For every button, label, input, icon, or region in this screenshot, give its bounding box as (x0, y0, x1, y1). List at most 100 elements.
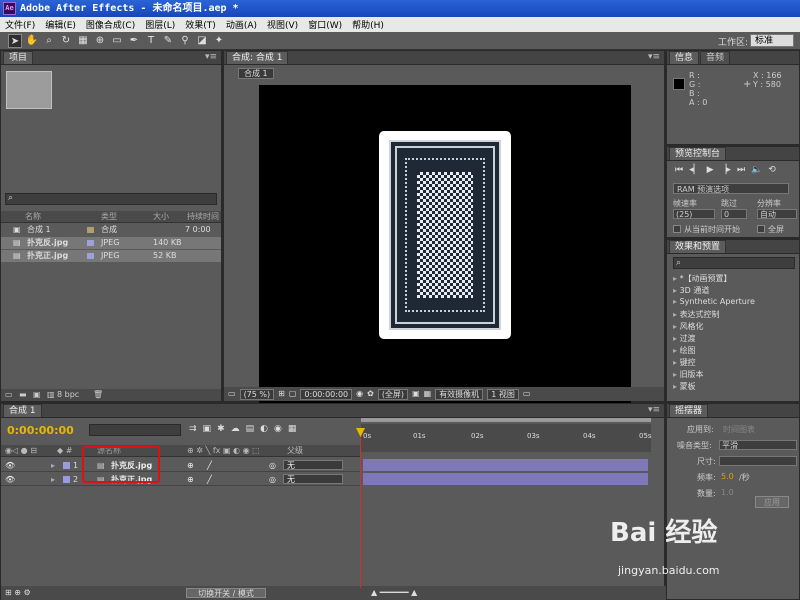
fx-keying[interactable]: 键控 (673, 357, 696, 368)
zoom-select[interactable]: (75 %) (239, 388, 275, 400)
new-comp-icon[interactable]: ▣ (33, 389, 41, 401)
column-duration[interactable]: 持续时间 (187, 211, 219, 223)
from-current-checkbox[interactable] (673, 225, 681, 233)
quality-switch-icon[interactable]: ╱ (207, 473, 212, 486)
project-item-comp[interactable]: ▣ 合成 1 合成 7 0:00 (1, 224, 221, 236)
resolution-select[interactable]: (全屏) (377, 388, 409, 400)
hand-tool-icon[interactable]: ✋ (25, 34, 39, 48)
layer-duration-bar-1[interactable] (363, 459, 648, 471)
interpret-footage-icon[interactable]: ▭ (5, 389, 13, 401)
hide-shy-icon[interactable]: ☁ (231, 424, 240, 434)
timecode-display[interactable]: 0:00:00:00 (300, 388, 353, 400)
pixel-aspect-icon[interactable]: ▭ (523, 387, 531, 401)
region-icon[interactable]: ▣ (412, 387, 420, 401)
skip-select[interactable]: 0 (721, 209, 747, 219)
label-swatch[interactable] (87, 240, 94, 246)
panel-menu-icon[interactable]: ▾≡ (648, 52, 660, 62)
fx-obsolete[interactable]: 旧版本 (673, 369, 704, 380)
label-swatch[interactable] (63, 476, 70, 483)
always-preview-icon[interactable]: ▭ (228, 387, 236, 401)
frequency-value[interactable]: 5.0 (721, 472, 734, 481)
panel-menu-icon[interactable]: ▾≡ (205, 52, 217, 62)
tab-timeline-comp[interactable]: 合成 1 (3, 404, 42, 417)
expand-arrow-icon[interactable]: ▸ (51, 473, 55, 486)
fx-expression-controls[interactable]: 表达式控制 (673, 309, 720, 320)
next-frame-icon[interactable]: ▕▸ (719, 165, 730, 175)
workspace-select[interactable]: 标准 (750, 34, 794, 47)
rectangle-tool-icon[interactable]: ▭ (110, 34, 124, 48)
label-swatch[interactable] (87, 253, 94, 259)
zoom-slider[interactable]: ▲ ━━━━━━ ▲ (371, 586, 417, 600)
first-frame-icon[interactable]: ⏮ (675, 165, 683, 175)
current-time-display[interactable]: 0:00:00:00 (7, 424, 74, 437)
eraser-tool-icon[interactable]: ◪ (195, 34, 209, 48)
fx-matte[interactable]: 蒙板 (673, 381, 696, 392)
eye-icon[interactable]: 👁 (5, 459, 15, 472)
tab-composition[interactable]: 合成: 合成 1 (226, 51, 289, 64)
safe-zones-icon[interactable]: ⊞ (278, 387, 285, 401)
comp-mini-flowchart-icon[interactable]: ⇉ (189, 424, 197, 434)
fx-animation-presets[interactable]: *【动画预置】 (673, 273, 732, 284)
noise-type-select[interactable]: 平滑 (719, 440, 797, 450)
menu-effect[interactable]: 效果(T) (180, 18, 221, 31)
loop-icon[interactable]: ⟲ (768, 165, 776, 175)
play-icon[interactable]: ▶ (707, 165, 714, 175)
time-ruler[interactable]: 0s 01s 02s 03s 04s 05s (361, 424, 652, 452)
selection-tool-icon[interactable]: ➤ (8, 33, 22, 48)
toggle-panes-icon[interactable]: ⊞ ⊕ ⚙ (5, 586, 31, 600)
color-depth-icon[interactable]: ▥ (47, 389, 55, 401)
tab-effects-presets[interactable]: 效果和预置 (669, 240, 727, 253)
tab-preview[interactable]: 预览控制台 (669, 147, 727, 160)
fx-transition[interactable]: 过渡 (673, 333, 696, 344)
fx-paint[interactable]: 绘图 (673, 345, 696, 356)
menu-help[interactable]: 帮助(H) (347, 18, 389, 31)
draft-3d-icon[interactable]: ✱ (217, 424, 225, 434)
expand-arrow-icon[interactable]: ▸ (51, 459, 55, 472)
panel-menu-icon[interactable]: ▾≡ (648, 405, 660, 415)
channel-icon[interactable]: ✿ (367, 387, 374, 401)
fx-synthetic-aperture[interactable]: Synthetic Aperture (673, 297, 755, 306)
composition-canvas[interactable] (259, 85, 631, 407)
parent-header[interactable]: 父级 (287, 445, 303, 457)
tab-audio[interactable]: 音频 (700, 51, 731, 64)
graph-editor-icon[interactable]: ▦ (288, 424, 297, 434)
clone-stamp-tool-icon[interactable]: ⚲ (178, 34, 192, 48)
layer-duration-bar-2[interactable] (363, 473, 648, 485)
zoom-tool-icon[interactable]: ⌕ (42, 34, 56, 48)
shy-switch-icon[interactable]: ⊕ (187, 459, 194, 472)
puppet-tool-icon[interactable]: ✦ (212, 34, 226, 48)
column-type[interactable]: 类型 (101, 211, 117, 223)
quality-switch-icon[interactable]: ╱ (207, 459, 212, 472)
tab-project[interactable]: 项目 (3, 51, 34, 64)
amount-value[interactable]: 1.0 (721, 488, 734, 497)
camera-tool-icon[interactable]: ▦ (76, 34, 90, 48)
toggle-switches-modes-button[interactable]: 切换开关 / 模式 (186, 588, 266, 598)
menu-view[interactable]: 视图(V) (262, 18, 303, 31)
delete-icon[interactable]: 🗑 (93, 389, 103, 401)
menu-window[interactable]: 窗口(W) (303, 18, 347, 31)
text-tool-icon[interactable]: T (144, 34, 158, 48)
effects-search-input[interactable]: ⌕ (673, 257, 795, 269)
prev-frame-icon[interactable]: ◂▏ (689, 165, 700, 175)
current-time-indicator[interactable] (360, 428, 361, 588)
apply-button[interactable]: 应用 (755, 496, 789, 508)
parent-select[interactable]: 无 (283, 460, 343, 470)
menu-layer[interactable]: 图层(L) (140, 18, 180, 31)
column-name[interactable]: 名称 (25, 211, 41, 223)
snapshot-icon[interactable]: ◉ (356, 387, 363, 401)
work-area-bar[interactable] (361, 418, 651, 422)
shy-switch-icon[interactable]: ⊕ (187, 473, 194, 486)
label-swatch[interactable] (87, 227, 94, 233)
apply-to-select[interactable]: 时间图表 (723, 424, 755, 435)
pickwhip-icon[interactable]: ◎ (269, 459, 276, 472)
column-size[interactable]: 大小 (153, 211, 169, 223)
transparency-grid-icon[interactable]: ▦ (424, 387, 432, 401)
project-search-input[interactable]: ⌕ (5, 193, 217, 205)
parent-select[interactable]: 无 (283, 474, 343, 484)
resolution-select[interactable]: 自动 (757, 209, 797, 219)
brush-tool-icon[interactable]: ✎ (161, 34, 175, 48)
eye-icon[interactable]: 👁 (5, 473, 15, 486)
tab-wiggler[interactable]: 摇摆器 (669, 404, 709, 417)
views-select[interactable]: 1 视图 (487, 388, 519, 400)
pickwhip-icon[interactable]: ◎ (269, 473, 276, 486)
